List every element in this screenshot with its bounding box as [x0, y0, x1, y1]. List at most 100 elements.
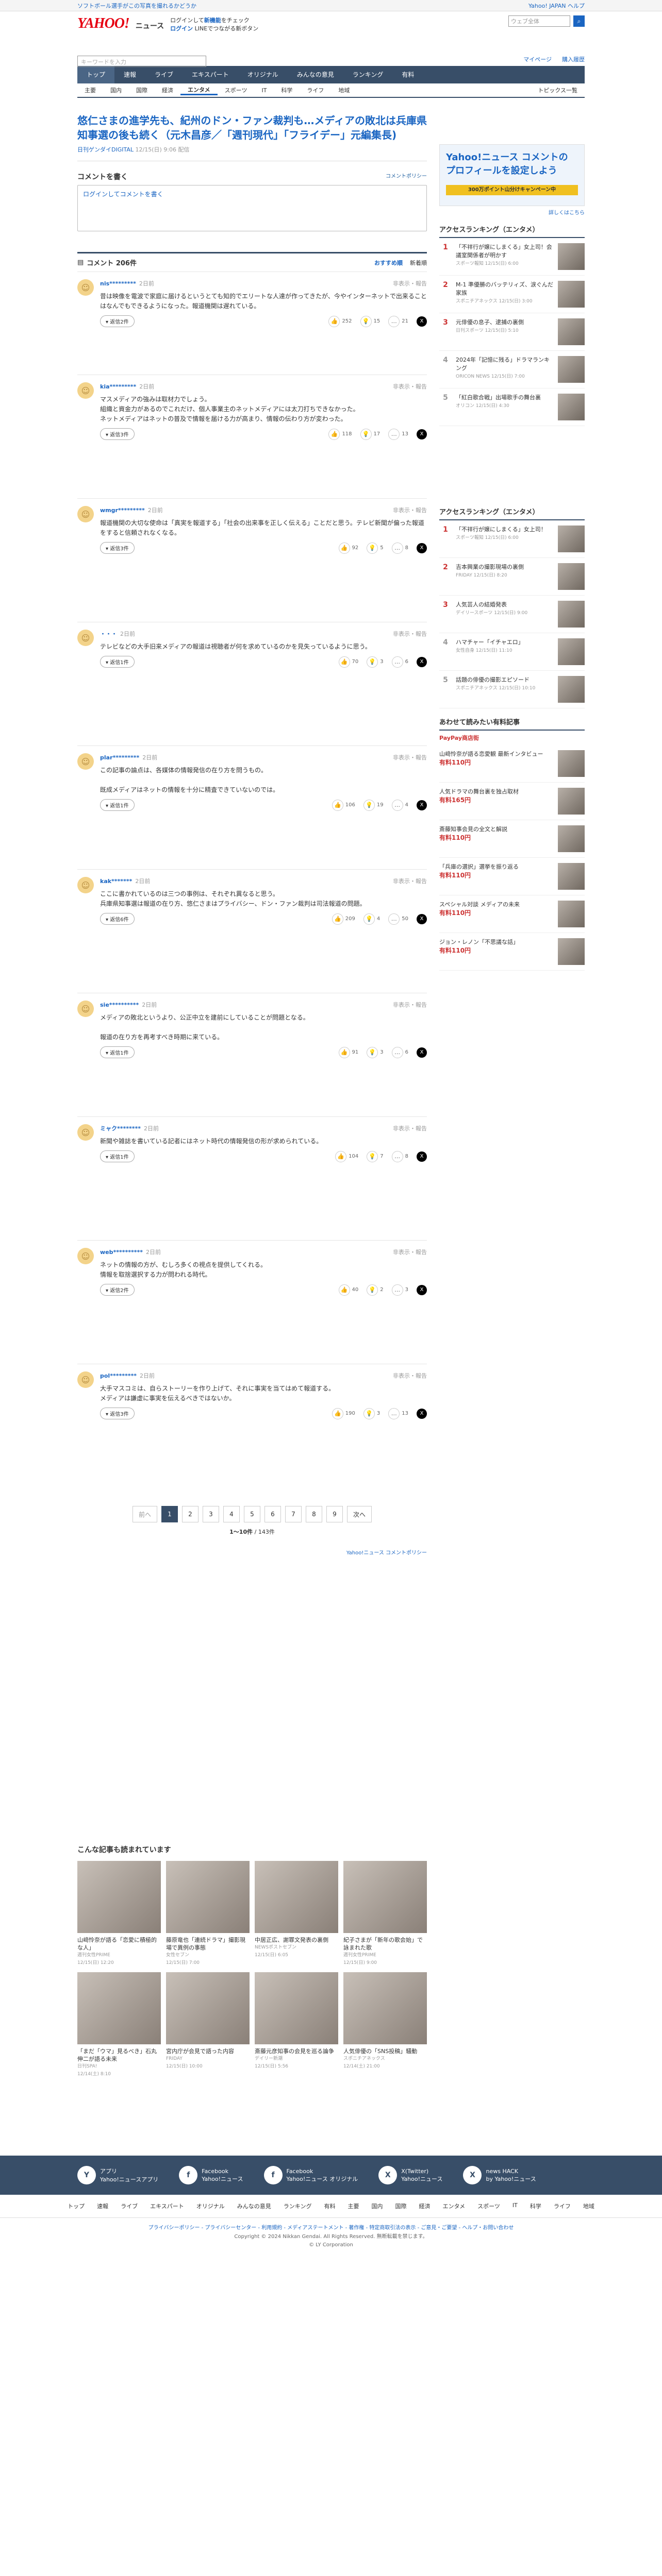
pager-page[interactable]: 8 — [306, 1506, 322, 1522]
cat-it[interactable]: IT — [254, 87, 274, 94]
footer-nav-item[interactable]: ランキング — [284, 2202, 312, 2210]
reaction-button[interactable]: 👍 209 — [332, 913, 355, 925]
source-name[interactable]: 日刊ゲンダイDIGITAL — [77, 146, 134, 153]
replies-button[interactable]: ▾ 返信1件 — [100, 799, 135, 811]
topics-list-link[interactable]: トピックス一覧 — [531, 86, 585, 94]
paid-item[interactable]: 「兵庫の選択」選挙を振り返る 有料110円 — [439, 858, 585, 895]
reaction-button[interactable]: 💡 4 — [363, 913, 380, 925]
ranking-item[interactable]: 5 「紅白歌合戦」出場歌手の舞台裏 オリコン 12/15(日) 4:30 — [439, 388, 585, 426]
recommend-item[interactable]: 山﨑怜奈が語る「恋愛に積極的な人」 週刊女性PRIME 12/15(日) 12:20 — [77, 1861, 161, 1967]
reaction-button[interactable]: … 4 — [391, 799, 408, 811]
report-link[interactable]: 非表示・報告 — [393, 1001, 427, 1009]
article-title[interactable]: 悠仁さまの進学先も、紀州のドン・ファン裁判も…メディアの敗北は兵庫県知事選の後も… — [77, 113, 427, 142]
profile-banner[interactable]: Yahoo!ニュース コメントの プロフィールを設定しよう 300万ポイント山分… — [439, 144, 585, 206]
nav-flash[interactable]: 速報 — [114, 66, 145, 83]
recommend-item[interactable]: 藤原竜也「連続ドラマ」撮影現場で異例の事態 女性セブン 12/15(日) 7:00 — [166, 1861, 250, 1967]
ranking-item[interactable]: 2 M-1 準優勝のバッテリィズ、涙ぐんだ家族 スポニチアネックス 12/15(日)… — [439, 276, 585, 313]
nav-live[interactable]: ライブ — [145, 66, 183, 83]
comment-user[interactable]: ・・・ — [100, 631, 117, 637]
search-button[interactable]: ⌕ — [573, 15, 585, 27]
reaction-button[interactable]: 👍 190 — [332, 1408, 355, 1419]
topbar-left[interactable]: ソフトボール選手がこの写真を撮れるかどうか — [77, 2, 196, 10]
replies-button[interactable]: ▾ 返信2件 — [100, 1284, 135, 1296]
ranking-item[interactable]: 5 話題の俳優の撮影エピソード スポニチアネックス 12/15(日) 10:10 — [439, 671, 585, 708]
footer-app-link[interactable]: f Facebook Yahoo!ニュース オリジナル — [263, 2166, 358, 2184]
pager-page[interactable]: 5 — [244, 1506, 260, 1522]
nav-original[interactable]: オリジナル — [238, 66, 288, 83]
footer-nav-item[interactable]: ライブ — [121, 2202, 138, 2210]
comment-user[interactable]: kak******* — [100, 878, 132, 885]
avatar[interactable]: ☺ — [77, 1001, 94, 1017]
pager-page[interactable]: 9 — [326, 1506, 343, 1522]
x-share-icon[interactable]: X — [417, 429, 427, 439]
nav-expert[interactable]: エキスパート — [183, 66, 238, 83]
comment-user[interactable]: ミャク******** — [100, 1125, 141, 1132]
avatar[interactable]: ☺ — [77, 630, 94, 646]
paid-item[interactable]: 人気ドラマの舞台裏を独占取材 有料165円 — [439, 783, 585, 820]
avatar[interactable]: ☺ — [77, 753, 94, 770]
footer-nav-item[interactable]: IT — [512, 2202, 518, 2210]
keyword-search-input[interactable]: キーワードを入力 — [77, 56, 206, 67]
footer-app-link[interactable]: Y アプリ Yahoo!ニュースアプリ — [77, 2166, 158, 2184]
paypay-brand[interactable]: PayPay商店街 — [439, 731, 585, 745]
x-share-icon[interactable]: X — [417, 1408, 427, 1419]
banner-detail-link[interactable]: 詳しくはこちら — [439, 208, 585, 216]
paid-item[interactable]: スペシャル対談 メディアの未来 有料110円 — [439, 895, 585, 933]
pager-page[interactable]: 7 — [285, 1506, 302, 1522]
reaction-button[interactable]: … 6 — [391, 1046, 408, 1058]
reaction-button[interactable]: 👍 104 — [335, 1150, 358, 1162]
replies-button[interactable]: ▾ 返信3件 — [100, 542, 135, 554]
replies-button[interactable]: ▾ 返信1件 — [100, 1150, 135, 1162]
reaction-button[interactable]: 💡 2 — [367, 1284, 384, 1296]
report-link[interactable]: 非表示・報告 — [393, 877, 427, 885]
footer-app-link[interactable]: Xnews HACK by Yahoo!ニュース — [463, 2166, 536, 2184]
cat-local[interactable]: 地域 — [331, 86, 357, 94]
login-prompt[interactable]: ログインしてコメントを書く — [83, 191, 163, 198]
avatar[interactable]: ☺ — [77, 1371, 94, 1388]
x-share-icon[interactable]: X — [417, 316, 427, 327]
footer-nav-item[interactable]: ライフ — [554, 2202, 571, 2210]
report-link[interactable]: 非表示・報告 — [393, 382, 427, 391]
replies-button[interactable]: ▾ 返信2件 — [100, 315, 135, 327]
cat-domestic[interactable]: 国内 — [103, 86, 129, 94]
nav-ranking[interactable]: ランキング — [343, 66, 393, 83]
cat-world[interactable]: 国際 — [129, 86, 155, 94]
reaction-button[interactable]: 👍 70 — [338, 656, 358, 668]
replies-button[interactable]: ▾ 返信1件 — [100, 1046, 135, 1058]
footer-nav-item[interactable]: トップ — [68, 2202, 85, 2210]
nav-paid[interactable]: 有料 — [392, 66, 423, 83]
pager-page[interactable]: 2 — [182, 1506, 198, 1522]
reaction-button[interactable]: 💡 5 — [367, 542, 384, 554]
reaction-button[interactable]: … 13 — [388, 428, 408, 440]
sort-newest[interactable]: 新着順 — [410, 259, 427, 267]
replies-button[interactable]: ▾ 返信3件 — [100, 428, 135, 440]
sort-recommended[interactable]: おすすめ順 — [374, 259, 403, 267]
avatar[interactable]: ☺ — [77, 382, 94, 399]
reaction-button[interactable]: 👍 106 — [332, 799, 355, 811]
reaction-button[interactable]: … 8 — [391, 1150, 408, 1162]
comment-user[interactable]: pol********* — [100, 1372, 137, 1379]
reaction-button[interactable]: 💡 3 — [363, 1408, 380, 1419]
recommend-item[interactable]: 人気俳優の「SNS投稿」騒動 スポニチアネックス 12/14(土) 21:00 — [343, 1972, 427, 2078]
reaction-button[interactable]: … 21 — [388, 315, 408, 327]
avatar[interactable]: ☺ — [77, 506, 94, 522]
pager-page[interactable]: 1 — [161, 1506, 178, 1522]
history-link[interactable]: 購入履歴 — [562, 55, 585, 63]
x-share-icon[interactable]: X — [417, 1151, 427, 1162]
report-link[interactable]: 非表示・報告 — [393, 753, 427, 761]
cat-science[interactable]: 科学 — [274, 86, 300, 94]
reaction-button[interactable]: 💡 17 — [360, 428, 380, 440]
comment-user[interactable]: nis********* — [100, 280, 136, 287]
reaction-button[interactable]: … 50 — [388, 913, 408, 925]
promo-link[interactable]: 新機能 — [204, 17, 221, 24]
footer-nav-item[interactable]: 国内 — [371, 2202, 383, 2210]
login-link[interactable]: ログイン — [170, 25, 193, 32]
report-link[interactable]: 非表示・報告 — [393, 506, 427, 514]
x-share-icon[interactable]: X — [417, 913, 427, 924]
comment-user[interactable]: web********** — [100, 1249, 143, 1256]
ranking-item[interactable]: 1 「不祥行が嬢にしまくる」女上司！会議室関係者が明かす スポーツ報知 12/15(… — [439, 238, 585, 276]
avatar[interactable]: ☺ — [77, 877, 94, 893]
pager-page[interactable]: 4 — [223, 1506, 240, 1522]
site-search-input[interactable]: ウェブ全体 — [508, 15, 570, 27]
cat-sports[interactable]: スポーツ — [218, 86, 255, 94]
